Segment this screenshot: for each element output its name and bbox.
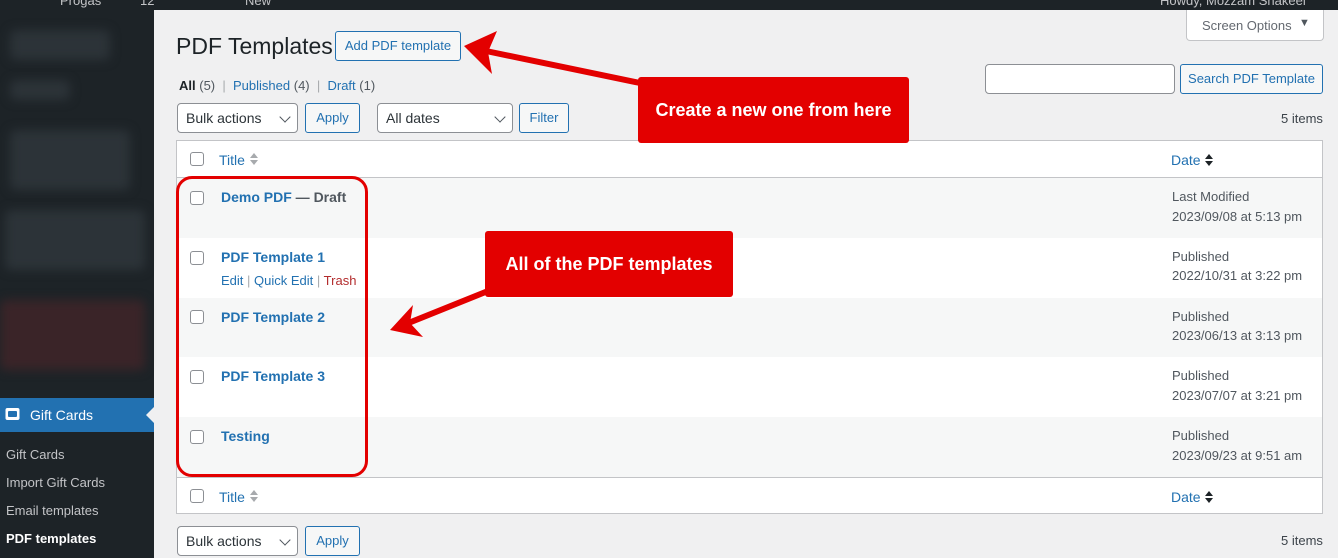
callout-create-new: Create a new one from here xyxy=(638,77,909,143)
callout-all-templates: All of the PDF templates xyxy=(485,231,733,297)
arrow-to-add-button xyxy=(464,31,643,86)
arrow-to-templates xyxy=(390,288,491,337)
